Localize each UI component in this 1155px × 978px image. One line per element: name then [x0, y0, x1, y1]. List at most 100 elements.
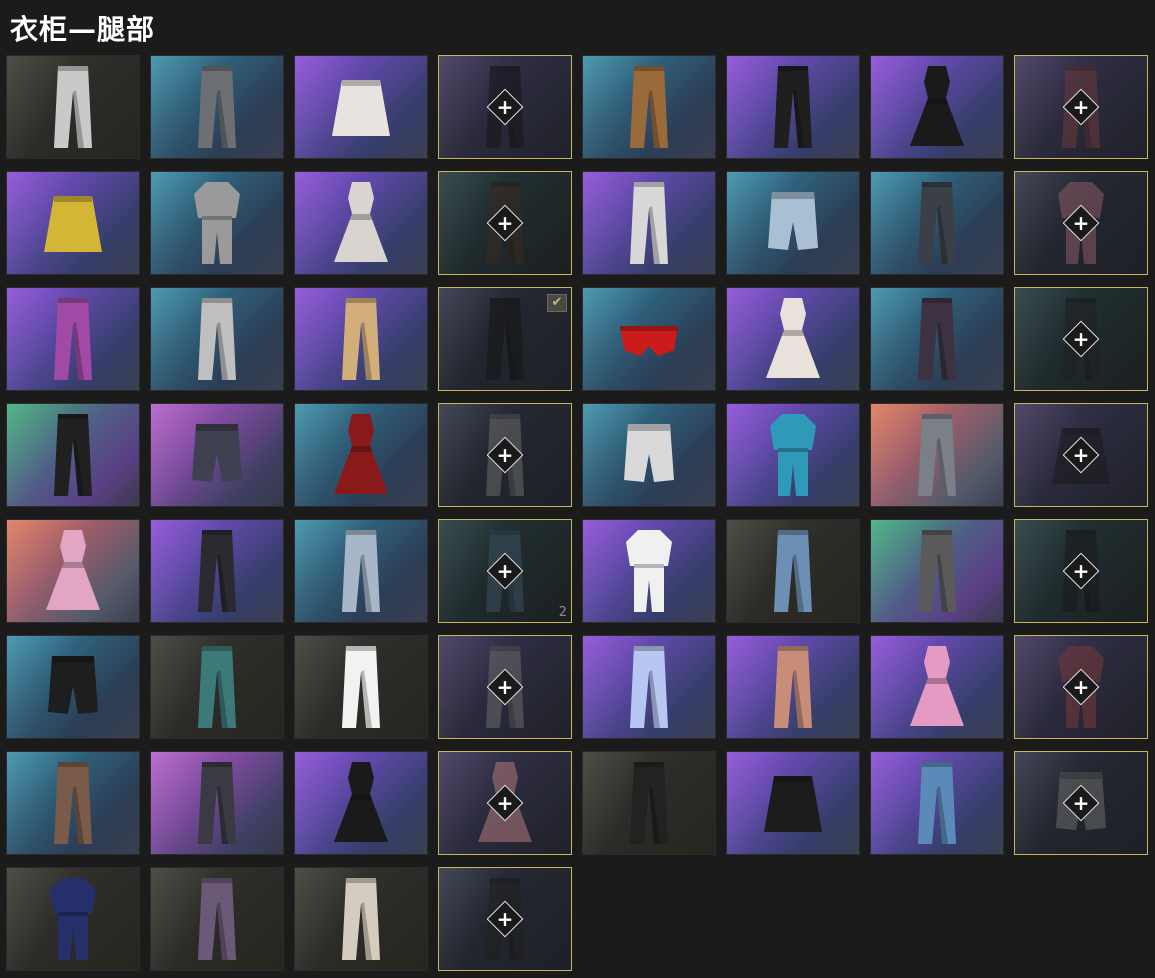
outfit-item-tile[interactable] — [6, 867, 140, 971]
pants-thumbnail — [182, 642, 252, 732]
outfit-item-tile[interactable] — [150, 867, 284, 971]
empty-slot-tile[interactable]: ✔ — [438, 287, 572, 391]
shorts-thumbnail — [182, 410, 252, 500]
add-icon-glyph: + — [496, 907, 514, 931]
outfit-item-tile[interactable] — [726, 519, 860, 623]
empty-slot-tile[interactable]: + — [438, 171, 572, 275]
outfit-item-tile[interactable] — [150, 55, 284, 159]
pants-thumbnail — [902, 526, 972, 616]
empty-slot-tile[interactable]: + — [1014, 287, 1148, 391]
outfit-item-tile[interactable] — [150, 751, 284, 855]
outfit-item-tile[interactable] — [870, 171, 1004, 275]
pants-thumbnail — [182, 62, 252, 152]
outfit-item-tile[interactable] — [6, 287, 140, 391]
add-icon-glyph: + — [496, 211, 514, 235]
checkmark-icon: ✔ — [547, 294, 567, 312]
add-icon-glyph: + — [1072, 211, 1090, 235]
pants-thumbnail — [182, 526, 252, 616]
empty-slot-tile[interactable]: + — [1014, 751, 1148, 855]
outfit-item-tile[interactable] — [726, 171, 860, 275]
outfit-item-tile[interactable] — [870, 751, 1004, 855]
add-icon-glyph: + — [496, 443, 514, 467]
skirt-thumbnail — [38, 178, 108, 268]
outfit-item-tile[interactable] — [582, 635, 716, 739]
empty-slot-tile[interactable]: + — [438, 55, 572, 159]
outfit-item-tile[interactable] — [726, 751, 860, 855]
outfit-item-tile[interactable] — [6, 751, 140, 855]
add-icon-glyph: + — [1072, 443, 1090, 467]
outfit-item-tile[interactable] — [582, 171, 716, 275]
outfit-item-tile[interactable] — [294, 403, 428, 507]
empty-slot-tile[interactable]: + — [1014, 635, 1148, 739]
pants-thumbnail — [470, 294, 540, 384]
outfit-item-tile[interactable] — [294, 171, 428, 275]
outfit-item-tile[interactable] — [294, 867, 428, 971]
outfit-item-tile[interactable] — [294, 519, 428, 623]
add-icon-glyph: + — [1072, 327, 1090, 351]
outfit-item-tile[interactable] — [150, 287, 284, 391]
outfit-item-tile[interactable] — [6, 171, 140, 275]
pants-thumbnail — [326, 642, 396, 732]
outfit-item-tile[interactable] — [294, 635, 428, 739]
shorts-thumbnail — [758, 178, 828, 268]
empty-slot-tile[interactable]: + — [438, 403, 572, 507]
outfit-item-tile[interactable] — [870, 55, 1004, 159]
empty-slot-tile[interactable]: + — [1014, 55, 1148, 159]
outfit-item-tile[interactable] — [294, 751, 428, 855]
outfit-item-tile[interactable] — [726, 287, 860, 391]
outfit-item-tile[interactable] — [870, 287, 1004, 391]
skirt-thumbnail — [758, 758, 828, 848]
outfit-item-tile[interactable] — [582, 403, 716, 507]
outfit-item-tile[interactable] — [6, 55, 140, 159]
briefs-thumbnail — [614, 294, 684, 384]
empty-slot-tile[interactable]: + — [1014, 403, 1148, 507]
pants-thumbnail — [614, 178, 684, 268]
outfit-item-tile[interactable] — [150, 403, 284, 507]
suit-thumbnail — [182, 178, 252, 268]
add-icon-glyph: + — [496, 95, 514, 119]
empty-slot-tile[interactable]: + — [1014, 519, 1148, 623]
empty-slot-tile[interactable]: + — [1014, 171, 1148, 275]
outfit-item-tile[interactable] — [726, 403, 860, 507]
outfit-item-tile[interactable] — [582, 287, 716, 391]
outfit-item-tile[interactable] — [582, 519, 716, 623]
empty-slot-tile[interactable]: + — [438, 751, 572, 855]
empty-slot-tile[interactable]: + — [438, 867, 572, 971]
outfit-item-tile[interactable] — [6, 635, 140, 739]
pants-thumbnail — [326, 526, 396, 616]
shorts-thumbnail — [38, 642, 108, 732]
outfit-item-tile[interactable] — [870, 635, 1004, 739]
pants-thumbnail — [758, 62, 828, 152]
outfit-item-tile[interactable] — [150, 519, 284, 623]
outfit-item-tile[interactable] — [150, 171, 284, 275]
add-icon-glyph: + — [496, 675, 514, 699]
outfit-item-tile[interactable] — [582, 55, 716, 159]
item-count-label: 2 — [558, 605, 567, 620]
outfit-item-tile[interactable] — [6, 403, 140, 507]
pants-thumbnail — [614, 642, 684, 732]
pants-thumbnail — [326, 874, 396, 964]
add-icon-glyph: + — [1072, 559, 1090, 583]
outfit-item-tile[interactable] — [870, 403, 1004, 507]
dress-thumbnail — [38, 526, 108, 616]
outfit-item-tile[interactable] — [294, 287, 428, 391]
empty-slot-tile[interactable]: +2 — [438, 519, 572, 623]
page-title: 衣柜—腿部 — [10, 13, 156, 46]
dress-thumbnail — [902, 642, 972, 732]
pants-thumbnail — [614, 758, 684, 848]
outfit-item-tile[interactable] — [726, 55, 860, 159]
outfit-item-tile[interactable] — [726, 635, 860, 739]
pants-thumbnail — [38, 62, 108, 152]
empty-slot-tile[interactable]: + — [438, 635, 572, 739]
dress-thumbnail — [326, 178, 396, 268]
pants-thumbnail — [182, 294, 252, 384]
add-icon-glyph: + — [1072, 95, 1090, 119]
pants-thumbnail — [38, 294, 108, 384]
suit-thumbnail — [614, 526, 684, 616]
outfit-item-tile[interactable] — [294, 55, 428, 159]
outfit-item-tile[interactable] — [6, 519, 140, 623]
outfit-item-tile[interactable] — [582, 751, 716, 855]
outfit-item-tile[interactable] — [150, 635, 284, 739]
dress-thumbnail — [758, 294, 828, 384]
outfit-item-tile[interactable] — [870, 519, 1004, 623]
